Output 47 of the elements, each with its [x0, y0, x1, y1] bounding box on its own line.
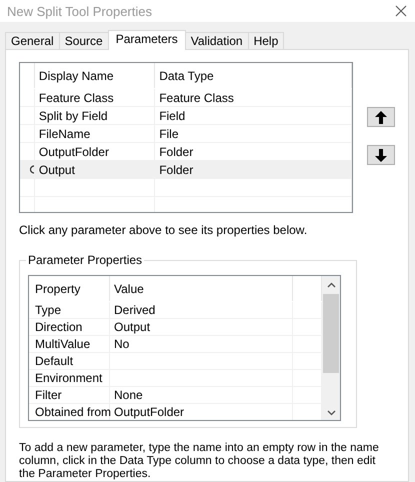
scroll-down-icon[interactable] — [326, 410, 336, 416]
table-cell: Folder — [159, 162, 194, 176]
table-cell: MultiValue — [35, 337, 90, 351]
table-row[interactable]: Output Folder — [20, 161, 352, 179]
column-header[interactable]: Data Type — [159, 68, 214, 82]
table-cell: Field — [159, 108, 186, 122]
table-cell: Type — [35, 303, 62, 317]
scroll-up-icon[interactable] — [326, 282, 336, 288]
table-cell: Feature Class — [159, 90, 234, 104]
scroll-thumb[interactable] — [323, 294, 339, 373]
move-up-button[interactable] — [367, 107, 395, 127]
table-row[interactable]: FileName File — [20, 125, 352, 143]
instructions-text: To add a new parameter, type the name into an empty row in the name column, click in the Data Type column to choose a data type, then edit the Parameter Properties. — [19, 442, 380, 481]
tab[interactable]: Help — [248, 32, 284, 49]
table-cell: Output — [114, 320, 150, 334]
move-down-button[interactable] — [367, 145, 395, 165]
group-title: Parameter Properties — [26, 253, 144, 267]
row-marker-icon — [30, 165, 34, 174]
table-cell: No — [114, 337, 130, 351]
column-header[interactable]: Value — [114, 282, 144, 296]
close-icon[interactable] — [395, 5, 407, 17]
scrollbar[interactable] — [322, 276, 340, 420]
table-row[interactable]: Split by Field Field — [20, 107, 352, 125]
table-cell: Filter — [35, 388, 62, 402]
arrow-up-icon — [375, 110, 387, 124]
table-cell: Obtained from — [35, 405, 112, 419]
table-cell: Split by Field — [38, 108, 108, 122]
table-cell: Default — [35, 354, 74, 368]
tab[interactable]: Parameters — [108, 30, 186, 50]
table-cell: OutputFolder — [38, 144, 109, 158]
hint-text: Click any parameter above to see its properties below. — [19, 223, 308, 237]
table-cell: Direction — [35, 320, 82, 334]
table-cell: Output — [38, 162, 75, 176]
table-cell: Feature Class — [38, 90, 114, 104]
column-header[interactable]: Display Name — [38, 68, 114, 82]
arrow-down-icon — [375, 148, 387, 162]
tab[interactable]: General — [5, 32, 60, 49]
table-cell: File — [159, 126, 179, 140]
window-title: New Split Tool Properties — [7, 4, 152, 18]
table-cell: Environment — [35, 371, 102, 385]
table-cell: FileName — [38, 126, 90, 140]
table-row[interactable]: Feature Class Feature Class — [20, 89, 352, 107]
column-header[interactable]: Property — [35, 282, 80, 296]
table-cell: OutputFolder — [114, 405, 184, 419]
table-cell: Folder — [159, 144, 194, 158]
table-cell: Derived — [114, 303, 156, 317]
table-cell: None — [114, 388, 143, 402]
